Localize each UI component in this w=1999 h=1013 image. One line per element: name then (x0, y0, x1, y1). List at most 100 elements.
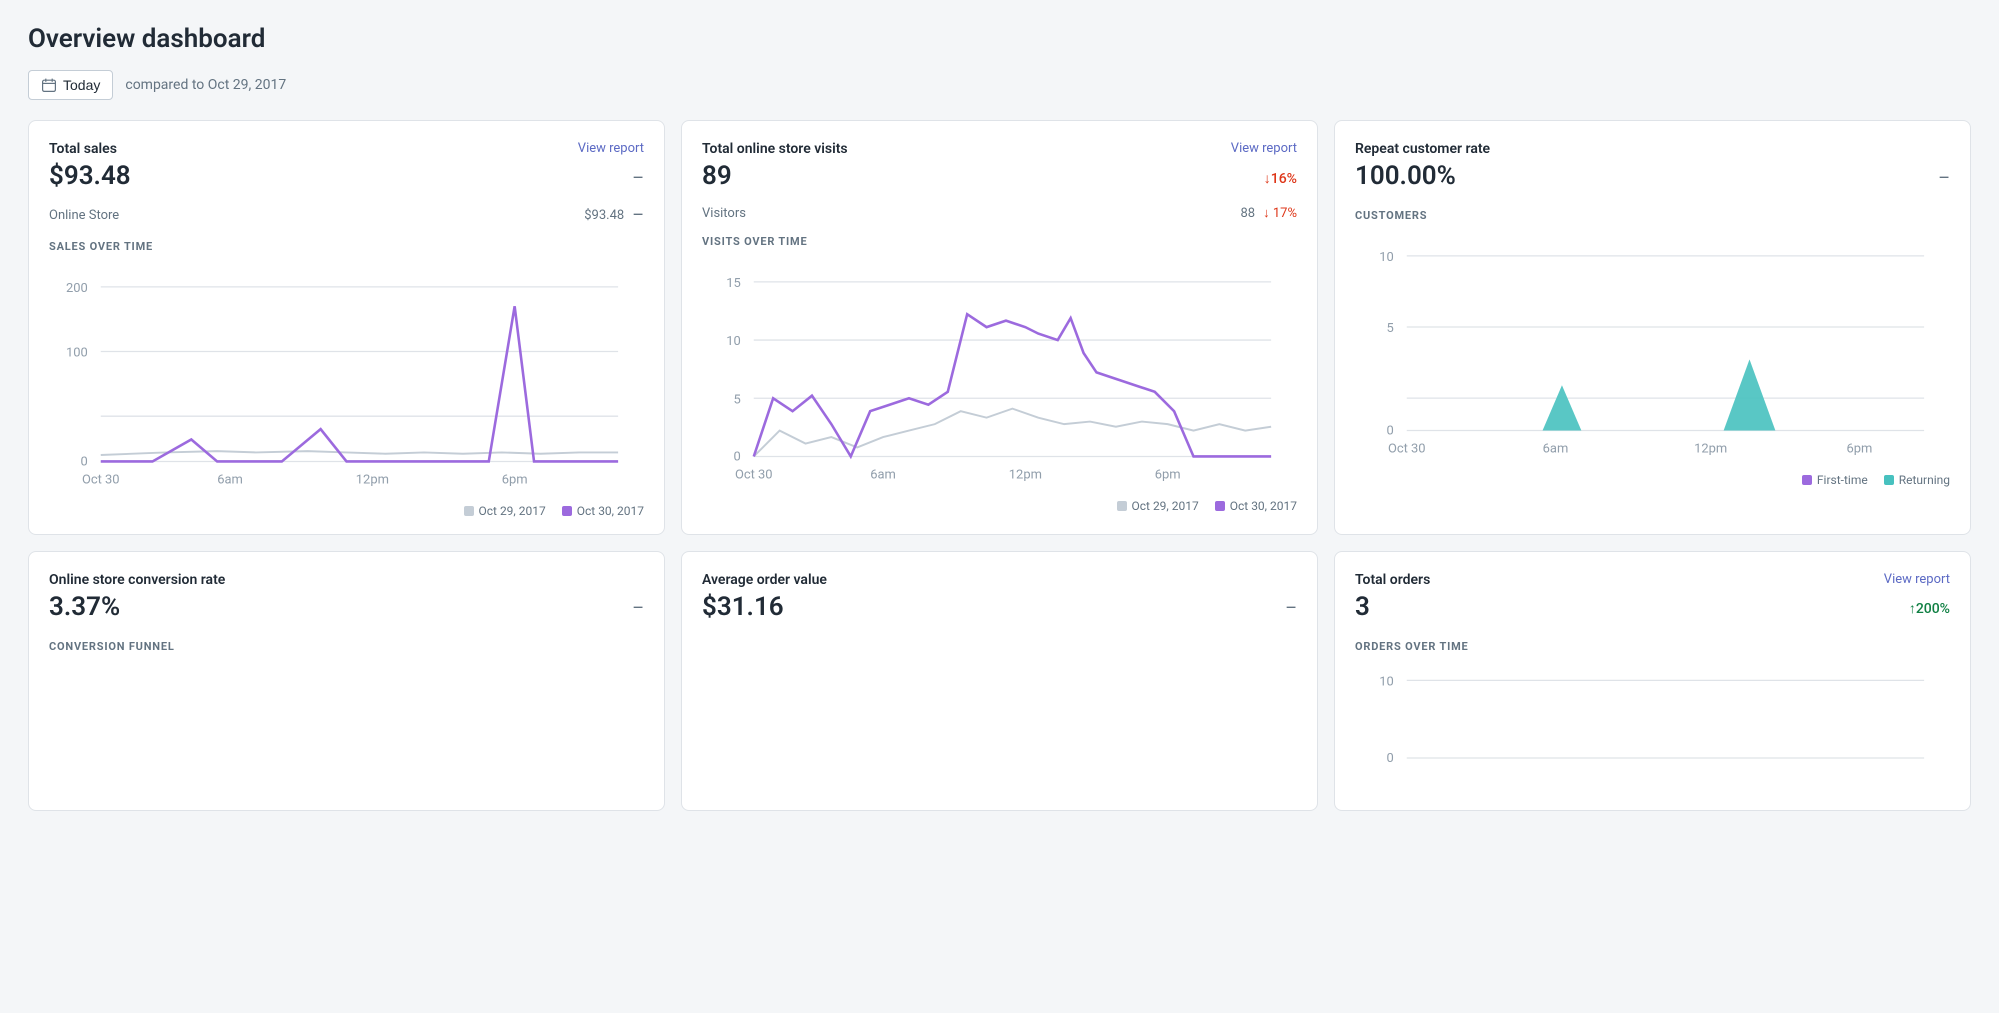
svg-text:0: 0 (1387, 423, 1394, 438)
repeat-customer-change: – (1938, 168, 1950, 189)
avg-order-change: – (1285, 598, 1297, 619)
total-orders-view-report[interactable]: View report (1884, 572, 1950, 587)
total-sales-title: Total sales (49, 141, 117, 157)
orders-chart: 10 0 (1355, 661, 1950, 790)
total-orders-title: Total orders (1355, 572, 1430, 588)
svg-text:0: 0 (1387, 751, 1394, 766)
svg-text:100: 100 (66, 346, 88, 361)
visits-legend-1-label: Oct 29, 2017 (1132, 499, 1199, 513)
repeat-customer-value: 100.00% (1355, 161, 1456, 191)
conversion-rate-change: – (632, 598, 644, 619)
calendar-icon (41, 77, 57, 93)
online-visits-change: ↓16% (1264, 170, 1297, 187)
conversion-rate-header: Online store conversion rate (49, 572, 644, 588)
svg-text:15: 15 (726, 276, 741, 291)
online-visits-view-report[interactable]: View report (1231, 141, 1297, 156)
conversion-rate-metric-row: 3.37% – (49, 592, 644, 626)
online-visits-sub-value-group: 88 ↓ 17% (1241, 205, 1298, 221)
date-compare-label: compared to Oct 29, 2017 (125, 77, 286, 93)
svg-text:6pm: 6pm (1847, 441, 1873, 456)
sales-chart-area: 200 100 0 Oct 30 6am 12pm 6pm O (49, 261, 644, 518)
svg-text:Oct 30: Oct 30 (735, 467, 773, 482)
date-bar: Today compared to Oct 29, 2017 (28, 70, 1971, 100)
conversion-rate-value: 3.37% (49, 592, 120, 622)
total-orders-metric-row: 3 ↑200% (1355, 592, 1950, 626)
sales-legend-1-dot (464, 506, 474, 516)
repeat-customer-header: Repeat customer rate (1355, 141, 1950, 157)
avg-order-title: Average order value (702, 572, 827, 588)
svg-text:12pm: 12pm (1694, 441, 1727, 456)
svg-text:10: 10 (1379, 250, 1394, 265)
sales-chart: 200 100 0 Oct 30 6am 12pm 6pm (49, 261, 644, 494)
svg-text:10: 10 (1379, 674, 1394, 689)
customers-legend-first: First-time (1802, 473, 1868, 487)
svg-text:200: 200 (66, 281, 88, 296)
total-sales-metric-row: $93.48 – (49, 161, 644, 195)
conversion-rate-title: Online store conversion rate (49, 572, 225, 588)
total-sales-card: Total sales View report $93.48 – Online … (28, 120, 665, 535)
returning-legend-dot (1884, 475, 1894, 485)
total-sales-sub-label: Online Store (49, 208, 119, 223)
visits-legend-2-dot (1215, 501, 1225, 511)
svg-text:6pm: 6pm (1155, 467, 1181, 482)
svg-text:6am: 6am (870, 467, 896, 482)
dashboard-page: Overview dashboard Today compared to Oct… (0, 0, 1999, 835)
svg-text:12pm: 12pm (356, 472, 389, 487)
repeat-customer-card: Repeat customer rate 100.00% – CUSTOMERS… (1334, 120, 1971, 535)
online-visits-sub-label: Visitors (702, 206, 746, 221)
online-visits-card: Total online store visits View report 89… (681, 120, 1318, 535)
svg-text:6am: 6am (217, 472, 243, 487)
top-grid: Total sales View report $93.48 – Online … (28, 120, 1971, 535)
total-sales-sub-change: – (632, 205, 644, 226)
svg-text:5: 5 (1387, 321, 1394, 336)
total-orders-change: ↑200% (1909, 600, 1950, 617)
total-sales-view-report[interactable]: View report (578, 141, 644, 156)
total-sales-sub-value: $93.48 (584, 208, 624, 223)
total-orders-header: Total orders View report (1355, 572, 1950, 588)
date-button[interactable]: Today (28, 70, 113, 100)
avg-order-value: $31.16 (702, 592, 784, 622)
repeat-customer-title: Repeat customer rate (1355, 141, 1490, 157)
online-visits-sub-value: 88 (1241, 206, 1256, 221)
orders-section-label: ORDERS OVER TIME (1355, 640, 1950, 653)
first-time-legend-dot (1802, 475, 1812, 485)
conversion-rate-card: Online store conversion rate 3.37% – CON… (28, 551, 665, 811)
svg-text:Oct 30: Oct 30 (82, 472, 120, 487)
visits-legend-1-dot (1117, 501, 1127, 511)
customers-section-label: CUSTOMERS (1355, 209, 1950, 222)
visits-legend-2: Oct 30, 2017 (1215, 499, 1297, 513)
total-orders-value: 3 (1355, 592, 1370, 622)
online-visits-metric-row: 89 ↓16% (702, 161, 1297, 195)
sales-legend-1-label: Oct 29, 2017 (479, 504, 546, 518)
svg-text:0: 0 (734, 449, 741, 464)
total-sales-sub-row: Online Store $93.48 – (49, 205, 644, 226)
customers-legend: First-time Returning (1355, 473, 1950, 487)
page-title: Overview dashboard (28, 24, 1971, 54)
visits-chart-area: 15 10 5 0 Oct 30 6am 12pm 6pm (702, 256, 1297, 513)
online-visits-value: 89 (702, 161, 732, 191)
visits-chart: 15 10 5 0 Oct 30 6am 12pm 6pm (702, 256, 1297, 489)
svg-text:Oct 30: Oct 30 (1388, 441, 1426, 456)
svg-text:10: 10 (726, 334, 741, 349)
svg-text:6pm: 6pm (502, 472, 528, 487)
conversion-section-label: CONVERSION FUNNEL (49, 640, 644, 653)
sales-legend-1: Oct 29, 2017 (464, 504, 546, 518)
repeat-customer-metric-row: 100.00% – (1355, 161, 1950, 195)
avg-order-header: Average order value (702, 572, 1297, 588)
sales-legend-2-label: Oct 30, 2017 (577, 504, 644, 518)
sales-legend: Oct 29, 2017 Oct 30, 2017 (49, 504, 644, 518)
svg-text:5: 5 (734, 392, 741, 407)
sales-legend-2-dot (562, 506, 572, 516)
visits-legend: Oct 29, 2017 Oct 30, 2017 (702, 499, 1297, 513)
online-visits-header: Total online store visits View report (702, 141, 1297, 157)
date-button-label: Today (63, 77, 100, 93)
avg-order-metric-row: $31.16 – (702, 592, 1297, 626)
total-orders-card: Total orders View report 3 ↑200% ORDERS … (1334, 551, 1971, 811)
total-sales-value: $93.48 (49, 161, 131, 191)
total-sales-sub-value-group: $93.48 – (584, 205, 644, 226)
online-visits-title: Total online store visits (702, 141, 848, 157)
returning-legend-label: Returning (1899, 473, 1950, 487)
svg-text:6am: 6am (1543, 441, 1569, 456)
customers-chart-area: 10 5 0 Oct 30 6am 12pm 6pm (1355, 230, 1950, 487)
first-time-legend-label: First-time (1817, 473, 1868, 487)
